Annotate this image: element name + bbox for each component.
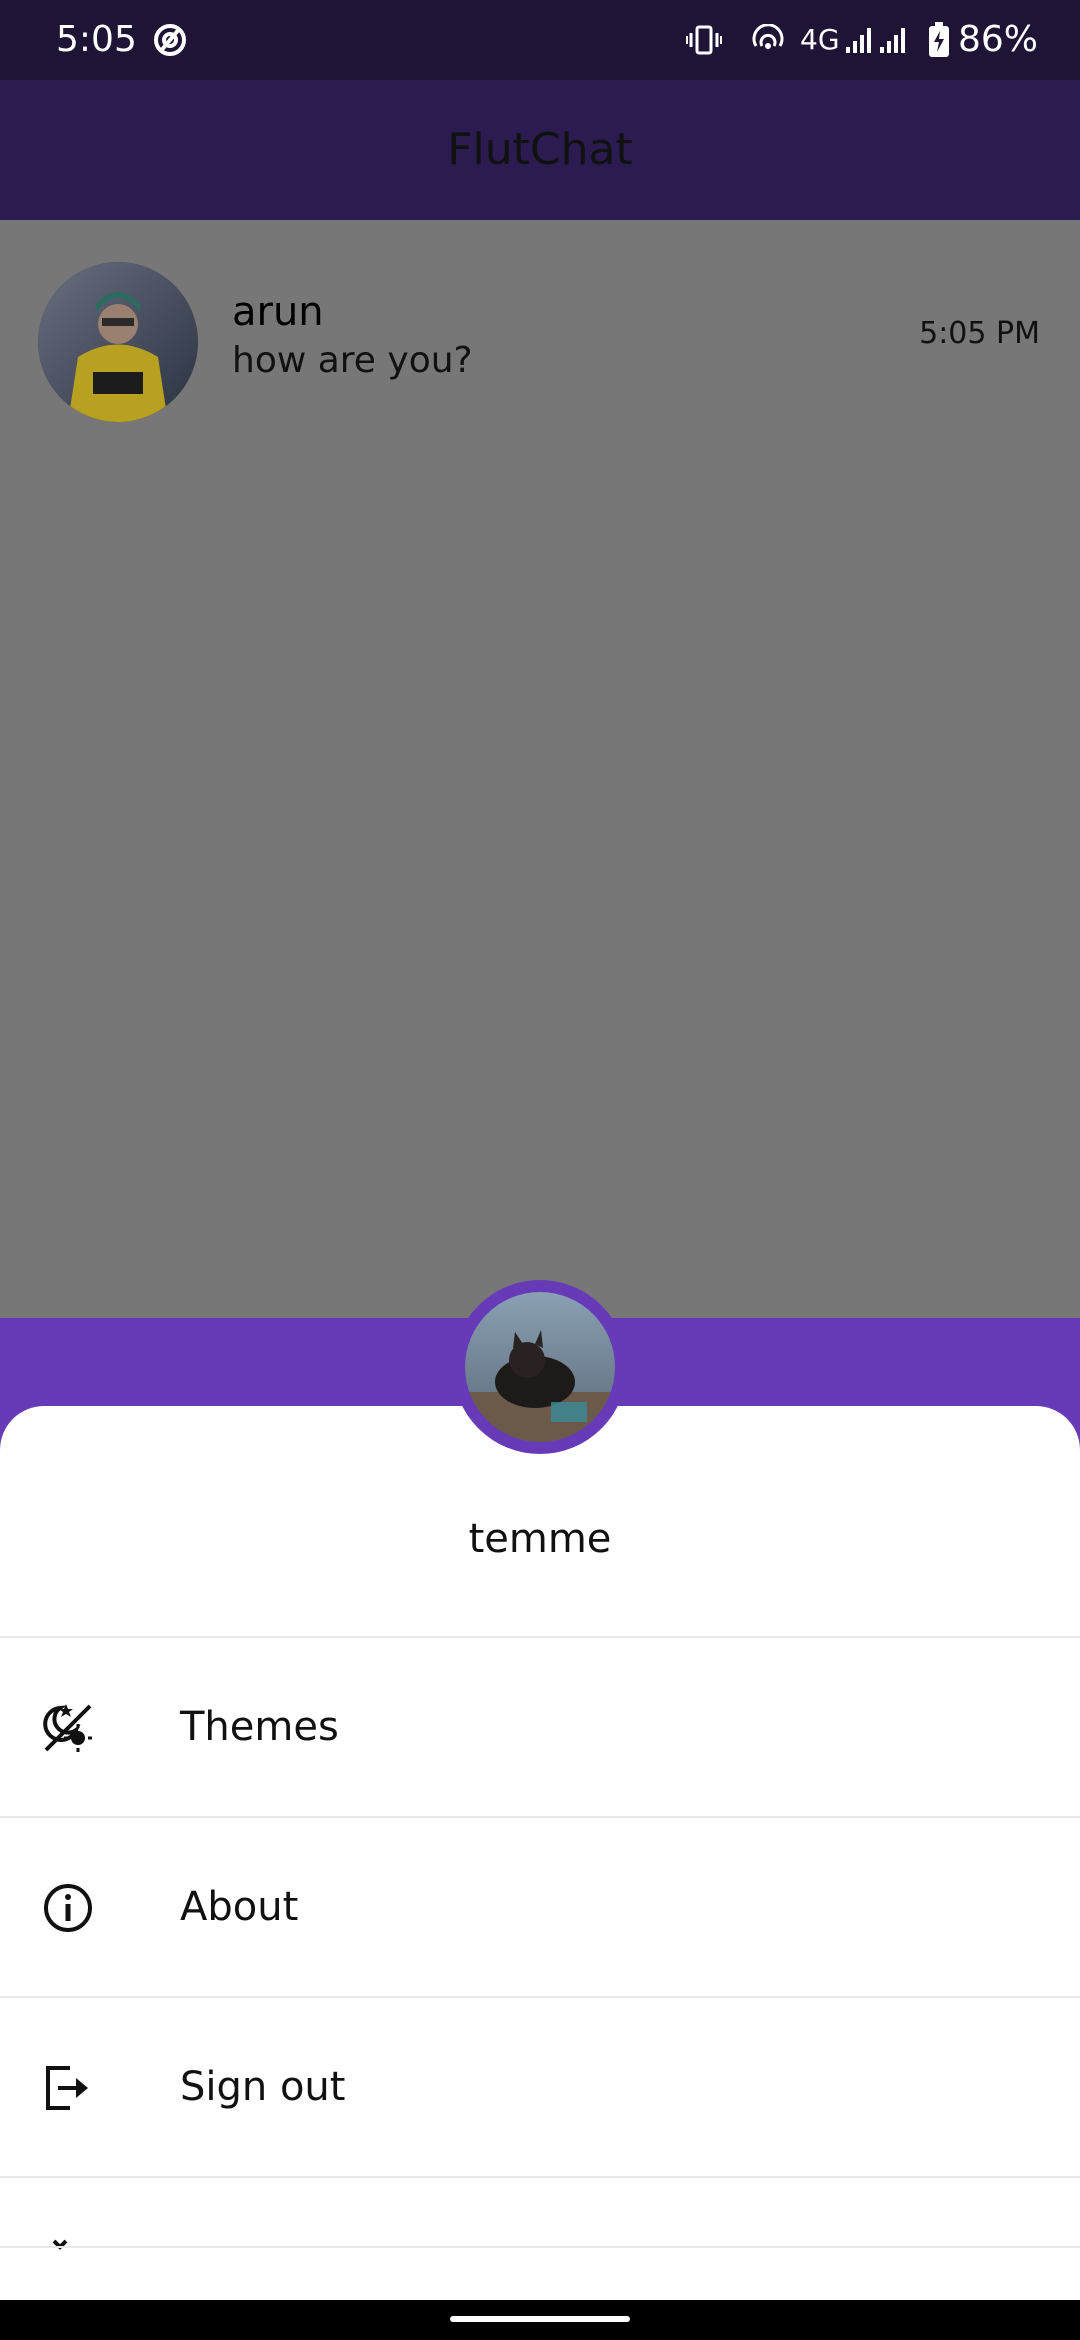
menu-item-about[interactable]: About [0, 1818, 1080, 1996]
sign-out-icon [40, 2060, 96, 2116]
divider [0, 2176, 1080, 2178]
theme-toggle-icon [40, 1700, 96, 1756]
avatar [465, 1292, 615, 1442]
bottom-sheet: temme Themes About Sign out [0, 1406, 1080, 2300]
system-nav-bar [0, 2300, 1080, 2340]
profile-avatar[interactable] [453, 1280, 627, 1454]
profile-name: temme [468, 1516, 612, 1562]
menu-item-sign-out[interactable]: Sign out [0, 1998, 1080, 2176]
menu-item-label: Sign out [180, 2064, 346, 2110]
divider [0, 2246, 1080, 2248]
chat-contact-name: arun [232, 289, 324, 335]
status-bar: 5:05 4G 86% [0, 0, 1080, 80]
screen: 5:05 4G 86% FlutChat arun how are you? 5… [0, 0, 1080, 2340]
app-bar: FlutChat [0, 80, 1080, 220]
signal-icon [842, 18, 912, 62]
chat-list-item[interactable]: arun how are you? 5:05 PM [0, 220, 1080, 460]
battery-percentage: 86% [958, 19, 1039, 60]
chat-last-message: how are you? [232, 340, 473, 381]
battery-charging-icon [924, 18, 954, 62]
menu-item-themes[interactable]: Themes [0, 1638, 1080, 1816]
info-icon [40, 1880, 96, 1936]
hotspot-icon [150, 18, 190, 62]
status-time: 5:05 [56, 19, 137, 60]
app-title: FlutChat [447, 124, 633, 175]
network-type: 4G [800, 23, 840, 56]
home-indicator[interactable] [450, 2316, 630, 2322]
menu-item-label: Themes [180, 1704, 339, 1750]
menu-item-label: About [180, 1884, 299, 1930]
vibrate-icon [684, 18, 724, 62]
avatar [38, 262, 198, 422]
wifi-calling-icon [748, 18, 788, 62]
chat-timestamp: 5:05 PM [919, 316, 1040, 351]
